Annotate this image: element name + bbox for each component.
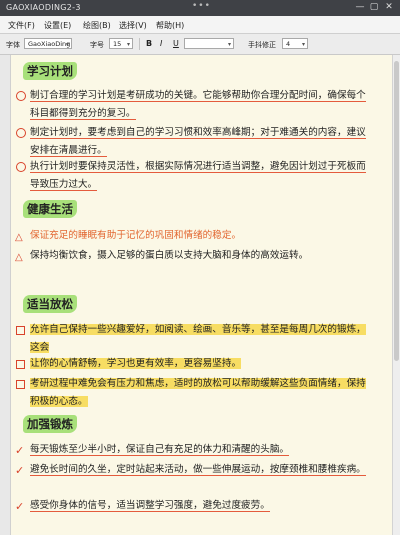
font-select[interactable]: GaoXiaoDing ▾ xyxy=(24,38,72,49)
square-bullet-icon xyxy=(16,360,25,369)
document-page[interactable]: 学习计划 制订合理的学习计划是考研成功的关键。它能够帮助你合理分配时间，确保每个… xyxy=(11,55,392,535)
font-value: GaoXiaoDing xyxy=(28,40,71,48)
vertical-scrollbar[interactable] xyxy=(392,55,400,535)
underline-button[interactable]: U xyxy=(173,39,179,48)
format-toolbar: 字体 GaoXiaoDing ▾ 字号 15 ▾ B I U ▾ 手抖修正 4 … xyxy=(0,34,400,55)
section-heading: 健康生活 xyxy=(23,200,77,218)
maximize-button[interactable]: ▢ xyxy=(368,2,380,13)
list-item: ✓ 感受你身体的信号，适当调整学习强度，避免过度疲劳。 xyxy=(15,497,375,515)
list-item: △ 保持均衡饮食，摄入足够的蛋白质以支持大脑和身体的高效运转。 xyxy=(15,247,375,265)
menu-draw[interactable]: 绘图(B) xyxy=(83,20,111,31)
toolbar-divider xyxy=(139,38,140,50)
list-item: 让你的心情舒畅，学习也更有效率，更容易坚持。 xyxy=(16,355,375,373)
chevron-down-icon: ▾ xyxy=(227,41,231,48)
square-bullet-icon xyxy=(16,380,25,389)
check-bullet-icon: ✓ xyxy=(15,500,25,513)
close-button[interactable]: ✕ xyxy=(383,2,395,13)
app-window: GAOXIAODING2-3 ••• — ▢ ✕ 文件(F) 设置(E) 绘图(… xyxy=(0,0,400,535)
list-item: △ 保证充足的睡眠有助于记忆的巩固和情绪的稳定。 xyxy=(15,227,375,245)
circle-bullet-icon xyxy=(16,91,26,101)
minimize-button[interactable]: — xyxy=(354,2,366,13)
handwriting-value: 4 xyxy=(286,40,291,48)
color-select[interactable]: ▾ xyxy=(184,38,234,49)
italic-button[interactable]: I xyxy=(160,39,162,48)
title-bar: GAOXIAODING2-3 ••• — ▢ ✕ xyxy=(0,0,400,16)
triangle-bullet-icon: △ xyxy=(15,252,23,263)
triangle-bullet-icon: △ xyxy=(15,232,23,243)
list-item: 执行计划时要保持灵活性，根据实际情况进行适当调整，避免因计划过于死板而导致压力过… xyxy=(16,158,375,194)
chevron-down-icon: ▾ xyxy=(65,41,69,48)
size-label: 字号 xyxy=(90,41,104,49)
menu-file[interactable]: 文件(F) xyxy=(8,20,35,31)
circle-bullet-icon xyxy=(16,128,26,138)
section-heading: 适当放松 xyxy=(23,295,77,313)
list-item: ✓ 每天锻炼至少半小时，保证自己有充足的体力和清醒的头脑。 xyxy=(15,441,375,459)
section-heading: 加强锻炼 xyxy=(23,415,77,433)
window-dots-icon: ••• xyxy=(192,1,211,11)
size-select[interactable]: 15 ▾ xyxy=(109,38,133,49)
list-item: ✓ 避免长时间的久坐，定时站起来活动，做一些伸展运动，按摩颈椎和腰椎疾病。 xyxy=(15,461,375,479)
check-bullet-icon: ✓ xyxy=(15,464,25,477)
list-item: 制订合理的学习计划是考研成功的关键。它能够帮助你合理分配时间，确保每个科目都得到… xyxy=(16,87,375,123)
list-item: 允许自己保持一些兴趣爱好，如阅读、绘画、音乐等，甚至是每周几次的锻炼，这会 xyxy=(16,321,375,357)
left-gutter xyxy=(0,55,11,535)
chevron-down-icon: ▾ xyxy=(126,41,130,48)
menu-settings[interactable]: 设置(E) xyxy=(44,20,71,31)
circle-bullet-icon xyxy=(16,162,26,172)
square-bullet-icon xyxy=(16,326,25,335)
handwriting-label: 手抖修正 xyxy=(248,41,276,49)
scrollbar-thumb[interactable] xyxy=(394,61,399,361)
menu-help[interactable]: 帮助(H) xyxy=(156,20,184,31)
handwriting-select[interactable]: 4 ▾ xyxy=(282,38,308,49)
window-title: GAOXIAODING2-3 xyxy=(6,3,81,12)
chevron-down-icon: ▾ xyxy=(301,41,305,48)
section-heading: 学习计划 xyxy=(23,62,77,80)
check-bullet-icon: ✓ xyxy=(15,444,25,457)
list-item: 考研过程中难免会有压力和焦虑，适时的放松可以帮助缓解这些负面情绪，保持积极的心态… xyxy=(16,375,375,411)
bold-button[interactable]: B xyxy=(146,39,152,48)
font-label: 字体 xyxy=(6,41,20,49)
list-item: 制定计划时，要考虑到自己的学习习惯和效率高峰期；对于难通关的内容，建议安排在清晨… xyxy=(16,124,375,160)
size-value: 15 xyxy=(113,40,122,48)
menu-select[interactable]: 选择(V) xyxy=(119,20,147,31)
menu-bar: 文件(F) 设置(E) 绘图(B) 选择(V) 帮助(H) xyxy=(0,16,400,34)
